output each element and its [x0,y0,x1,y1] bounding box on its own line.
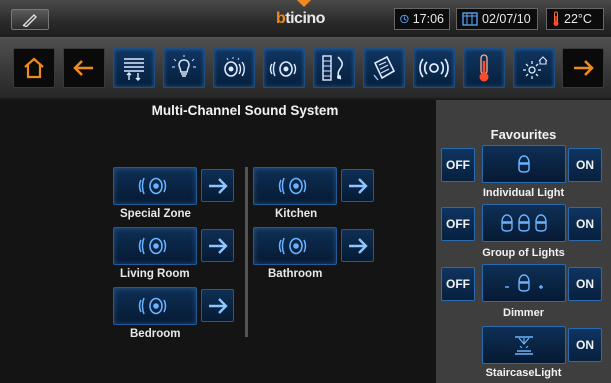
zone-label: Special Zone [120,208,191,220]
individual-light-button[interactable] [482,145,566,183]
clock-display: 17:06 [394,8,450,30]
date-text: 02/07/10 [482,12,531,26]
music-icon [322,55,343,81]
staircase-light-icon [515,336,533,355]
favourite-label: Group of Lights [482,247,565,259]
temperature-display: 22°C [546,8,604,30]
home-icon [24,57,44,79]
thermometer-small-icon [553,11,559,26]
speaker-icon [138,237,167,255]
radio-button[interactable] [413,48,455,88]
staircase-light-button[interactable] [482,326,566,364]
favourite-label: Individual Light [482,187,565,199]
group-lights-icon [501,214,547,232]
scenario-icon [373,55,396,81]
page-title: Multi-Channel Sound System [151,103,339,118]
home-button[interactable] [13,48,55,88]
favourites-panel: Favourites OFF ON Individual Light OFF O… [436,100,611,383]
staircase-light-on-button[interactable]: ON [568,328,602,362]
zone-bedroom-button[interactable] [113,287,197,325]
dimmer-icon [505,274,543,292]
zone-kitchen-button[interactable] [253,167,337,205]
energy-icon [523,56,548,79]
thermometer-icon [479,54,489,82]
calendar-icon [462,12,478,26]
forward-button[interactable] [562,48,604,88]
arrow-right-icon [208,297,228,314]
favourite-label: StaircaseLight [485,367,562,379]
forward-arrow-icon [574,60,594,76]
arrow-right-icon [348,177,368,194]
dimmer-button[interactable] [482,264,566,302]
scenario-button[interactable] [363,48,405,88]
back-button[interactable] [63,48,105,88]
single-light-icon [518,155,530,173]
pen-icon [22,13,37,27]
sound-icon [224,57,245,77]
speaker-icon [278,237,307,255]
dimmer-off-button[interactable]: OFF [441,267,475,301]
main-toolbar [0,38,611,100]
brand-logo: bticino [276,10,325,27]
zone-special-zone-arrow[interactable] [201,169,234,202]
sound-button[interactable] [213,48,255,88]
group-lights-button[interactable] [482,204,566,242]
clock-icon [400,14,409,24]
favourite-label: Dimmer [503,307,544,319]
zone-label: Kitchen [275,208,318,220]
zone-label: Living Room [120,268,190,280]
arrow-right-icon [348,237,368,254]
temperature-text: 22°C [564,12,592,26]
zone-bedroom-arrow[interactable] [201,289,234,322]
speaker-icon [138,297,167,315]
zone-label: Bedroom [130,328,181,340]
sound-zones-button[interactable] [263,48,305,88]
status-bar: bticino 17:06 02/07/10 22°C [0,0,611,38]
radio-icon [419,58,449,78]
time-text: 17:06 [412,12,444,26]
temperature-button[interactable] [463,48,505,88]
favourites-title: Favourites [490,127,557,142]
zone-bathroom-arrow[interactable] [341,229,374,262]
speaker-icon [138,177,167,195]
lighting-button[interactable] [163,48,205,88]
zone-bathroom-button[interactable] [253,227,337,265]
sound-zones-icon [269,61,297,77]
music-button[interactable] [313,48,355,88]
group-lights-on-button[interactable]: ON [568,207,602,241]
individual-light-on-button[interactable]: ON [568,148,602,182]
energy-button[interactable] [513,48,555,88]
notch-indicator [297,0,311,7]
speaker-icon [278,177,307,195]
edit-pen-button[interactable] [11,9,49,30]
light-bulb-icon [172,55,196,77]
main-panel: Multi-Channel Sound System Special Zone … [0,100,436,383]
automation-button[interactable] [113,48,155,88]
date-display: 02/07/10 [456,8,538,30]
arrow-right-icon [208,237,228,254]
automation-icon [124,58,144,81]
zone-living-room-button[interactable] [113,227,197,265]
back-arrow-icon [73,60,93,76]
dimmer-on-button[interactable]: ON [568,267,602,301]
group-lights-off-button[interactable]: OFF [441,207,475,241]
zone-kitchen-arrow[interactable] [341,169,374,202]
zone-special-zone-button[interactable] [113,167,197,205]
individual-light-off-button[interactable]: OFF [441,148,475,182]
column-divider [245,167,248,337]
zone-label: Bathroom [268,268,323,280]
zone-living-room-arrow[interactable] [201,229,234,262]
arrow-right-icon [208,177,228,194]
